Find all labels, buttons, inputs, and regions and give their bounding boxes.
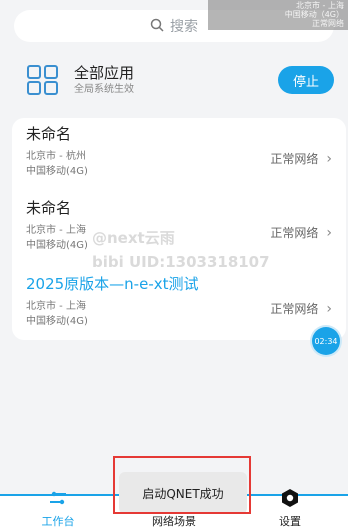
apps-subtitle: 全局系统生效 xyxy=(74,84,134,95)
floating-timer-bubble[interactable]: 02:34 xyxy=(312,327,340,355)
scene-item[interactable]: 2025原版本—n-e-xt测试 北京市 - 上海 中国移动(4G) 正常网络 › xyxy=(26,274,346,344)
status-carrier: 中国移动（4G） xyxy=(284,10,344,19)
tab-label: 工作台 xyxy=(41,515,75,528)
tab-label: 网络场景 xyxy=(152,515,196,528)
apps-grid-icon xyxy=(26,63,60,97)
scene-name: 2025原版本—n-e-xt测试 xyxy=(26,275,199,293)
scene-name: 未命名 xyxy=(26,199,72,217)
stop-button[interactable]: 停止 xyxy=(278,66,334,94)
status-route: 北京市 - 上海 xyxy=(296,1,344,10)
scene-network: 正常网络 xyxy=(270,152,319,166)
chevron-right-icon: › xyxy=(326,150,332,167)
chevron-right-icon: › xyxy=(326,300,332,317)
scene-item[interactable]: 未命名 北京市 - 上海 中国移动(4G) 正常网络 › xyxy=(26,198,346,268)
scene-list: 未命名 北京市 - 杭州 中国移动(4G) 正常网络 › 未命名 北京市 - 上海… xyxy=(12,118,346,340)
scene-network: 正常网络 xyxy=(270,226,319,240)
all-apps-card: 全部应用 全局系统生效 停止 xyxy=(12,56,336,104)
toast-message: 启动QNET成功 xyxy=(119,472,247,514)
scene-name: 未命名 xyxy=(26,125,72,143)
chevron-right-icon: › xyxy=(326,224,332,241)
status-network: 正常网络 xyxy=(312,19,344,28)
tab-label: 设置 xyxy=(279,515,301,528)
settings-icon xyxy=(280,488,300,513)
apps-title: 全部应用 xyxy=(74,64,135,82)
search-placeholder: 搜索 xyxy=(170,19,198,35)
search-icon xyxy=(150,17,164,36)
tab-settings[interactable]: 设置 xyxy=(232,489,348,531)
status-overlay: 北京市 - 上海 中国移动（4G） 正常网络 xyxy=(208,0,348,30)
tab-workbench[interactable]: 工作台 xyxy=(0,491,116,531)
scene-network: 正常网络 xyxy=(270,302,319,316)
workbench-icon xyxy=(48,488,68,513)
scene-item[interactable]: 未命名 北京市 - 杭州 中国移动(4G) 正常网络 › xyxy=(26,124,346,194)
